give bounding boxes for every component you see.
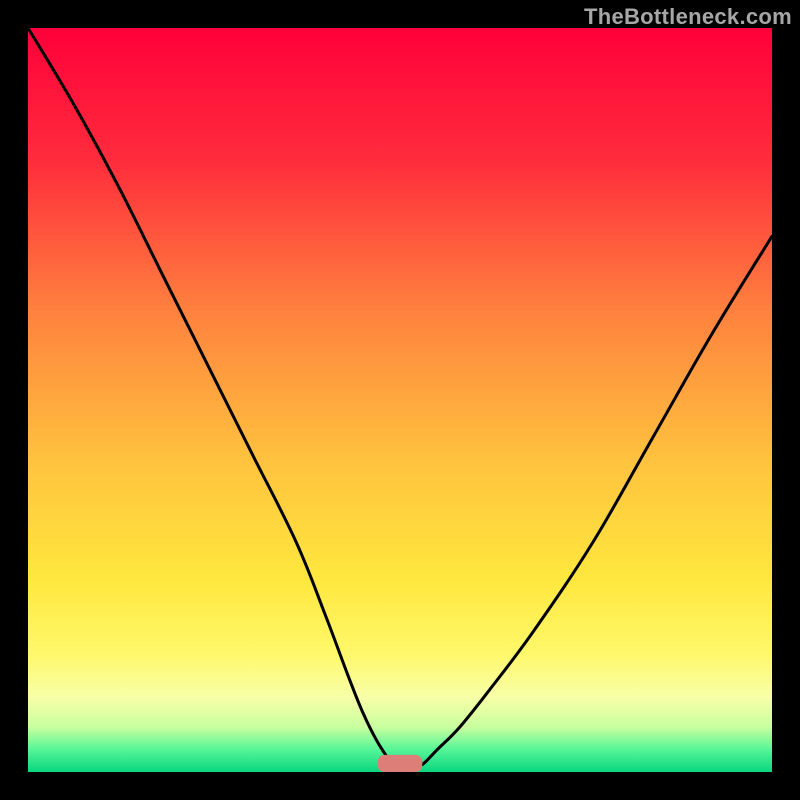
watermark-text: TheBottleneck.com [584,4,792,30]
gradient-background [28,28,772,772]
bottleneck-chart [0,0,800,800]
bottom-marker [378,755,423,772]
chart-container: TheBottleneck.com [0,0,800,800]
